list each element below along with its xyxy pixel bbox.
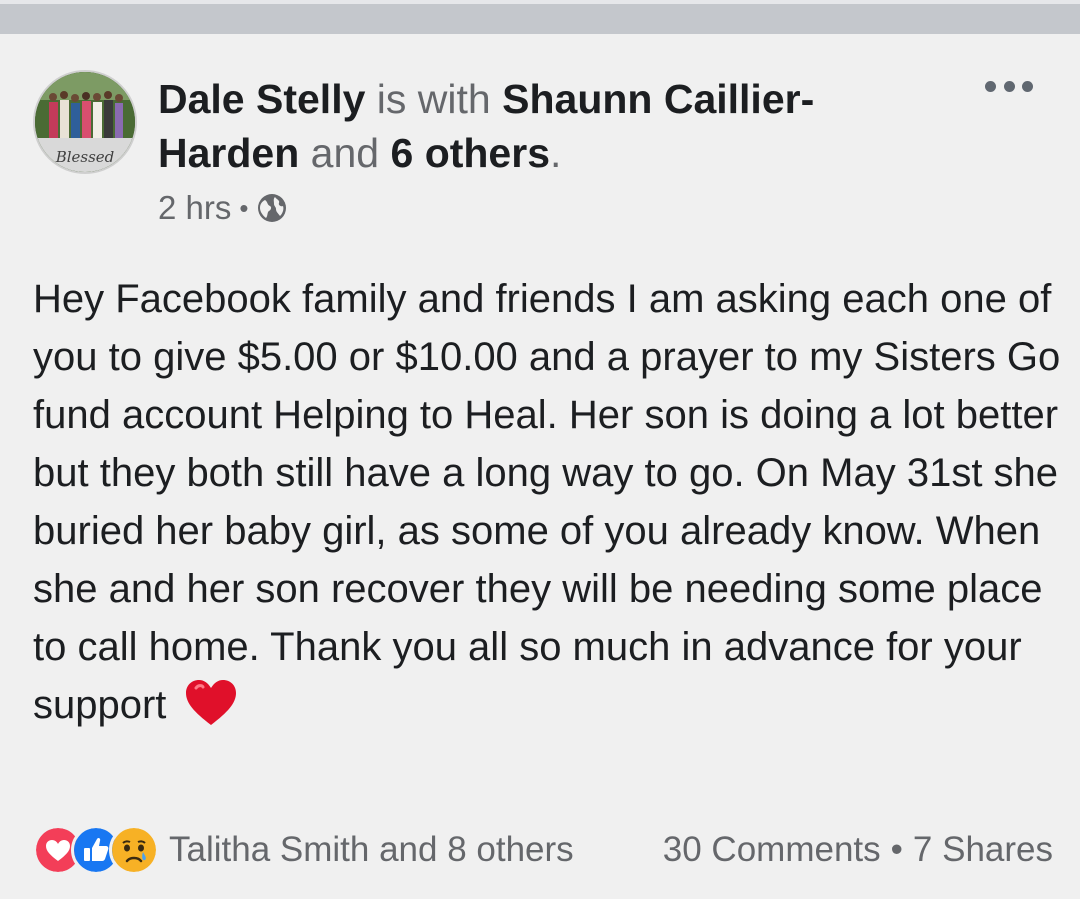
avatar-photo: Blessed (35, 72, 135, 172)
red-heart-emoji (184, 678, 238, 728)
engagement-counts: 30 Comments • 7 Shares (663, 830, 1053, 870)
post-footer: Talitha Smith and 8 others 30 Comments •… (33, 824, 1053, 876)
avatar-caption: Blessed (55, 148, 115, 166)
footer-separator: • (890, 830, 903, 869)
with-text: is with (376, 76, 491, 122)
globe-icon[interactable] (256, 192, 288, 224)
reactors-summary[interactable]: Talitha Smith and 8 others (169, 830, 574, 870)
sad-reaction-icon (109, 825, 159, 875)
post-timestamp[interactable]: 2 hrs (158, 189, 231, 227)
post-meta: 2 hrs • (158, 187, 288, 229)
post-card: Blessed Dale Stelly is with Shaunn Caill… (0, 34, 1080, 899)
reaction-icons[interactable] (33, 825, 159, 875)
post-body-text: Hey Facebook family and friends I am ask… (33, 277, 1061, 727)
post-body: Hey Facebook family and friends I am ask… (33, 270, 1063, 734)
meta-separator: • (239, 192, 249, 223)
more-options-icon[interactable] (985, 76, 1033, 96)
others-tagged-link[interactable]: 6 others (391, 130, 551, 176)
author-name[interactable]: Dale Stelly (158, 76, 365, 122)
header-period: . (550, 130, 562, 176)
comments-count[interactable]: 30 Comments (663, 830, 881, 870)
shares-count[interactable]: 7 Shares (913, 830, 1053, 870)
avatar[interactable]: Blessed (33, 70, 137, 174)
and-text: and (310, 130, 380, 176)
top-separator (0, 0, 1080, 34)
post-header: Dale Stelly is with Shaunn Caillier-Hard… (158, 72, 898, 180)
